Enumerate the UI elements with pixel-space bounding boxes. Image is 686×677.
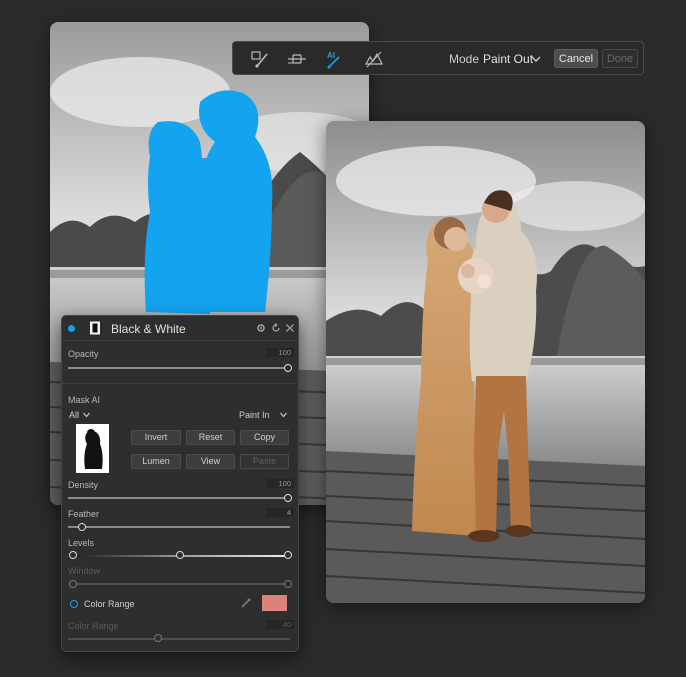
window-right-handle[interactable] [284,580,292,588]
color-range-slider-handle[interactable] [154,634,162,642]
color-range-slider-label: Color Range [68,621,119,631]
opacity-value[interactable]: 100 [266,348,294,357]
feather-label: Feather [68,509,100,519]
gear-icon[interactable] [256,323,266,333]
panel-title: Black & White [111,322,186,336]
paste-button[interactable]: Paste [240,454,289,469]
luminosity-tool-icon[interactable] [364,49,384,69]
bw-filter-icon [90,321,100,335]
window-slider-track[interactable] [70,583,290,585]
opacity-label: Opacity [68,349,99,359]
levels-white-handle[interactable] [284,551,292,559]
ai-mask-tool-icon[interactable]: AI [325,49,345,69]
chevron-down-icon [280,412,287,418]
lumen-button[interactable]: Lumen [131,454,181,469]
reset-icon[interactable] [271,323,281,333]
svg-text:AI: AI [327,51,335,60]
opacity-slider-track[interactable] [68,367,290,369]
mask-thumbnail[interactable] [76,424,109,473]
density-slider-handle[interactable] [284,494,292,502]
levels-black-handle[interactable] [69,551,77,559]
color-range-toggle[interactable] [70,600,78,608]
levels-label: Levels [68,538,95,548]
mask-toolbar: AI Mode Paint Out Cancel Done [232,41,644,75]
gradient-tool-icon[interactable] [287,49,307,69]
mode-label: Mode [449,52,480,66]
brush-tool-icon[interactable] [250,49,270,69]
opacity-slider-handle[interactable] [284,364,292,372]
copy-button[interactable]: Copy [240,430,289,445]
reset-button[interactable]: Reset [186,430,235,445]
color-range-slider-track[interactable] [68,638,290,640]
mask-scope-select[interactable]: All [69,410,79,420]
feather-slider-track[interactable] [68,526,290,528]
color-range-value[interactable]: 40 [266,620,294,629]
feather-slider-handle[interactable] [78,523,86,531]
window-left-handle[interactable] [69,580,77,588]
density-slider-track[interactable] [68,497,290,499]
black-white-panel: Black & White Opacity 100 Mask AI All Pa… [61,315,299,652]
mask-mode-select[interactable]: Paint In [239,410,270,420]
window-label: Window [68,566,101,576]
invert-button[interactable]: Invert [131,430,181,445]
density-label: Density [68,480,99,490]
cancel-button[interactable]: Cancel [554,49,598,68]
color-range-label: Color Range [84,599,135,609]
chevron-down-icon [83,412,90,418]
mask-ai-label: Mask AI [68,395,101,405]
color-range-swatch[interactable] [262,595,287,611]
levels-mid-handle[interactable] [176,551,184,559]
view-button[interactable]: View [186,454,235,469]
mode-select[interactable]: Paint Out [483,52,533,66]
done-button[interactable]: Done [602,49,638,68]
enabled-dot-icon[interactable] [68,325,75,332]
eyedropper-icon[interactable] [240,598,251,609]
result-photo[interactable] [326,121,645,603]
feather-value[interactable]: 4 [266,508,294,517]
density-value[interactable]: 100 [266,479,294,488]
close-icon[interactable] [285,323,295,333]
chevron-down-icon [531,56,541,62]
